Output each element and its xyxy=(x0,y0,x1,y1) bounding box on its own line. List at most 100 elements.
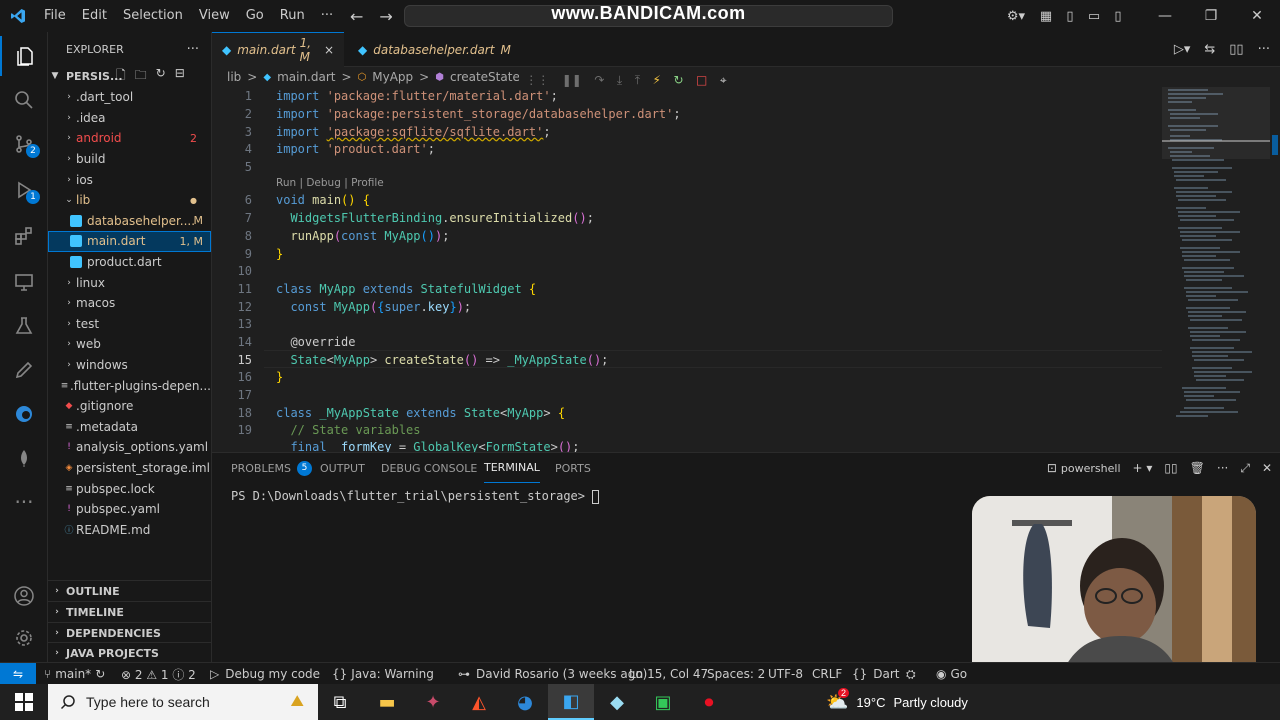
forward-arrow-icon[interactable]: → xyxy=(379,7,392,26)
new-file-icon[interactable]: 🗋 xyxy=(116,66,126,87)
file-flutter-plugins[interactable]: ≡ .flutter-plugins-depen... xyxy=(48,375,211,396)
more-actions-icon[interactable]: ··· xyxy=(1258,42,1270,57)
project-root-folder[interactable]: ▼ PERSIS... 🗋 🗀 ↻ ⊟ xyxy=(48,66,211,87)
inspect-widget-icon[interactable]: ⌖ xyxy=(720,73,727,88)
split-editor-icon[interactable]: ▯▯ xyxy=(1229,42,1243,57)
breadcrumb-createstate[interactable]: createState xyxy=(450,70,520,84)
folder-ios[interactable]: › ios xyxy=(48,169,211,190)
line-ending[interactable]: CRLF xyxy=(812,663,842,685)
back-arrow-icon[interactable]: ← xyxy=(350,7,363,26)
pause-icon[interactable]: ❚❚ xyxy=(562,73,582,87)
folder-windows[interactable]: › windows xyxy=(48,355,211,376)
folder-build[interactable]: › build xyxy=(48,149,211,170)
indentation[interactable]: Spaces: 2 xyxy=(707,663,765,685)
problems-status[interactable]: ⊗ 2 ⚠ 1 ⓘ 2 xyxy=(121,663,196,685)
restart-icon[interactable]: ↻ xyxy=(673,73,683,87)
folder-android[interactable]: › android 2 xyxy=(48,128,211,149)
toggle-secondary-sidebar-icon[interactable]: ▯ xyxy=(1106,9,1130,24)
close-window-icon[interactable]: ✕ xyxy=(1234,8,1280,24)
step-over-icon[interactable]: ↷ xyxy=(594,73,604,87)
app-icon[interactable]: ✦ xyxy=(410,684,456,720)
folder-lib[interactable]: ⌄ lib ● xyxy=(48,190,211,211)
settings-gear-icon[interactable] xyxy=(0,618,48,658)
file-persistent-storage-iml[interactable]: ◈ persistent_storage.iml xyxy=(48,458,211,479)
tab-output[interactable]: OUTPUT xyxy=(320,453,365,483)
file-pubspec-lock[interactable]: ≡ pubspec.lock xyxy=(48,478,211,499)
breadcrumb-myapp[interactable]: MyApp xyxy=(372,70,413,84)
refresh-icon[interactable]: ↻ xyxy=(156,66,166,87)
open-changes-icon[interactable]: ⇆ xyxy=(1204,42,1215,57)
minimize-icon[interactable]: — xyxy=(1142,8,1188,24)
git-branch[interactable]: ⑂ main* ↻ xyxy=(44,663,105,685)
minimap[interactable] xyxy=(1162,87,1270,452)
remote-indicator-icon[interactable]: ⇋ xyxy=(0,663,36,685)
file-main-dart[interactable]: main.dart 1, M xyxy=(48,231,211,252)
split-terminal-icon[interactable]: ▯▯ xyxy=(1164,461,1177,475)
code-editor[interactable]: 1 2 3 4 5 6 7 8 9 10 11 12 13 14 15 16 1… xyxy=(212,87,1162,452)
terminal-prompt[interactable]: PS D:\Downloads\flutter_trial\persistent… xyxy=(231,489,600,504)
encoding[interactable]: UTF-8 xyxy=(768,663,803,685)
task-view-icon[interactable]: ⧉ xyxy=(317,684,363,720)
new-terminal-icon[interactable]: + ▾ xyxy=(1133,461,1153,475)
terminal-shell-name[interactable]: powershell xyxy=(1061,462,1121,475)
menu-edit[interactable]: Edit xyxy=(74,0,115,32)
folder-dart-tool[interactable]: › .dart_tool xyxy=(48,87,211,108)
step-into-icon[interactable]: ⤓ xyxy=(617,73,622,88)
edge-browser-icon[interactable] xyxy=(0,394,48,434)
kill-terminal-icon[interactable]: 🗑 xyxy=(1190,461,1205,475)
file-explorer-icon[interactable]: ▬ xyxy=(364,684,410,720)
menu-file[interactable]: File xyxy=(36,0,74,32)
tab-databasehelper[interactable]: ◆ databasehelper.dart M xyxy=(348,32,511,67)
breadcrumb-lib[interactable]: lib xyxy=(227,70,241,84)
debug-config-status[interactable]: ▷ Debug my code xyxy=(210,663,320,685)
menu-selection[interactable]: Selection xyxy=(115,0,191,32)
tab-main-dart[interactable]: ◆ main.dart 1, M × xyxy=(212,32,344,67)
pen-tool-icon[interactable] xyxy=(0,350,48,390)
source-control-icon[interactable]: 2 xyxy=(0,124,48,164)
layout-customize-icon[interactable]: ▦ xyxy=(1034,9,1058,24)
file-pubspec-yaml[interactable]: ! pubspec.yaml xyxy=(48,499,211,520)
file-analysis-options[interactable]: ! analysis_options.yaml xyxy=(48,437,211,458)
file-gitignore[interactable]: ◆ .gitignore xyxy=(48,396,211,417)
more-actions-icon[interactable]: ··· xyxy=(1217,461,1228,475)
git-blame-status[interactable]: ⊶ David Rosario (3 weeks ago) xyxy=(458,663,647,685)
weather-widget[interactable]: ⛅ 2 19°C Partly cloudy xyxy=(826,684,968,720)
taskbar-search-box[interactable]: Type here to search ⛰ xyxy=(48,684,318,720)
edge-browser-icon[interactable]: ◕ xyxy=(502,684,548,720)
run-dropdown-icon[interactable]: ▷▾ xyxy=(1174,42,1191,57)
mongodb-leaf-icon[interactable] xyxy=(0,438,48,478)
codelens-run-debug-profile[interactable]: Run | Debug | Profile xyxy=(276,177,384,189)
stop-icon[interactable]: □ xyxy=(696,73,707,87)
drag-handle-icon[interactable]: ⋮⋮ xyxy=(525,73,549,87)
search-icon[interactable] xyxy=(0,80,48,120)
folder-macos[interactable]: › macos xyxy=(48,293,211,314)
toggle-panel-icon[interactable]: ▭ xyxy=(1082,9,1106,24)
breadcrumb-main-dart[interactable]: main.dart xyxy=(277,70,335,84)
new-folder-icon[interactable]: 🗀 xyxy=(135,66,147,87)
menu-go[interactable]: Go xyxy=(238,0,272,32)
brave-browser-icon[interactable]: ◭ xyxy=(456,684,502,720)
copilot-icon[interactable]: ⚙▾ xyxy=(998,9,1034,24)
section-timeline[interactable]: › TIMELINE xyxy=(48,601,211,622)
menu-view[interactable]: View xyxy=(191,0,238,32)
hot-reload-icon[interactable]: ⚡ xyxy=(653,73,661,87)
run-debug-icon[interactable]: 1 xyxy=(0,170,48,210)
folder-test[interactable]: › test xyxy=(48,314,211,335)
file-databasehelper[interactable]: databasehelper.... M xyxy=(48,211,211,232)
section-java-projects[interactable]: › JAVA PROJECTS xyxy=(48,642,211,663)
extensions-icon[interactable] xyxy=(0,216,48,256)
tab-ports[interactable]: PORTS xyxy=(555,453,591,483)
editor-scrollbar[interactable] xyxy=(1270,87,1280,452)
cursor-position[interactable]: Ln 15, Col 47 xyxy=(629,663,708,685)
folder-linux[interactable]: › linux xyxy=(48,272,211,293)
go-live-status[interactable]: ◉ Go xyxy=(936,663,967,685)
restore-icon[interactable]: ❐ xyxy=(1188,8,1234,24)
notes-app-icon[interactable]: ▣ xyxy=(640,684,686,720)
explorer-icon[interactable] xyxy=(0,36,48,76)
tab-terminal[interactable]: TERMINAL xyxy=(484,453,540,483)
file-metadata[interactable]: ≡ .metadata xyxy=(48,417,211,438)
account-icon[interactable] xyxy=(0,576,48,616)
file-readme[interactable]: ⓘ README.md xyxy=(48,520,211,541)
collapse-all-icon[interactable]: ⊟ xyxy=(175,66,185,87)
bandicam-record-icon[interactable]: ⏺ xyxy=(686,684,732,720)
